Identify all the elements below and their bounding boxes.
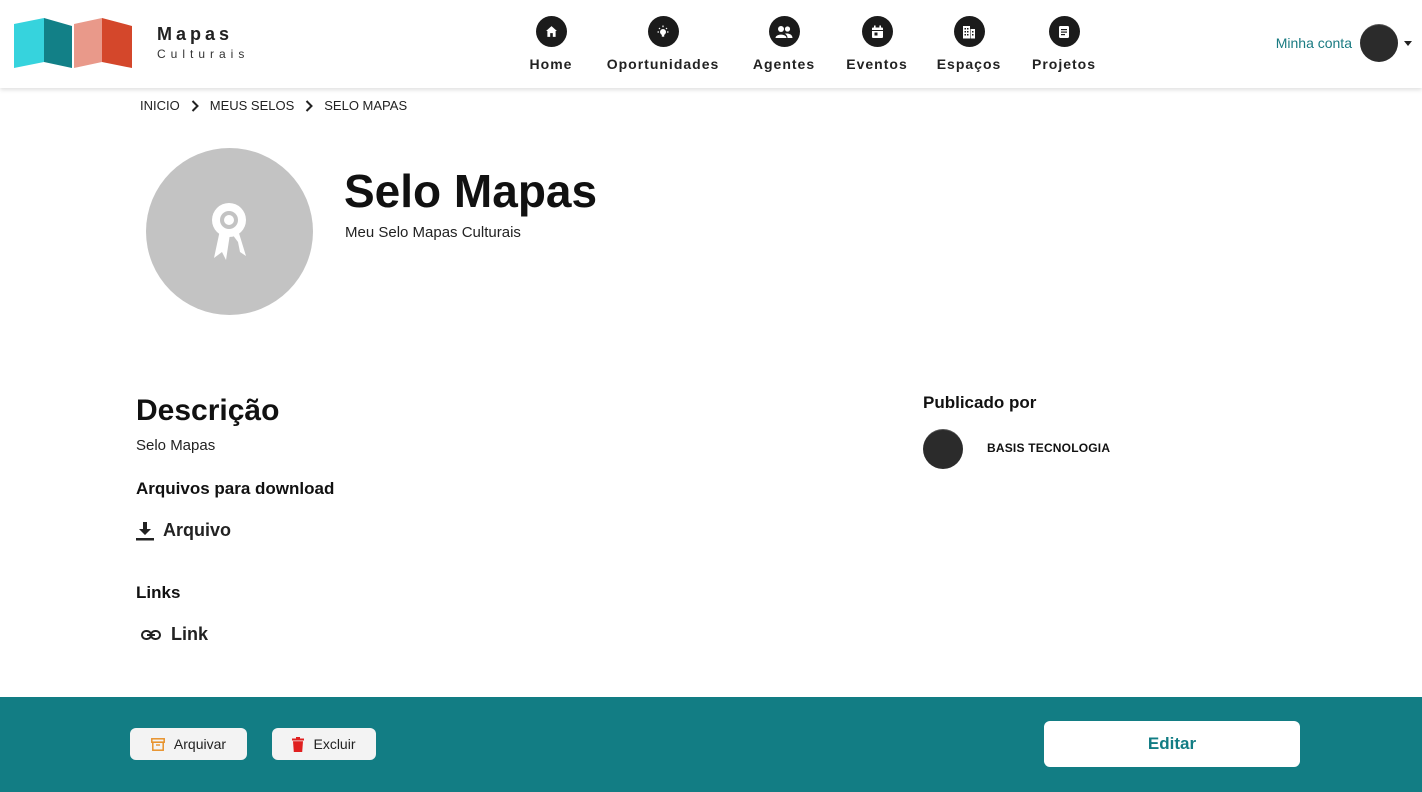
archive-icon xyxy=(150,737,165,751)
files-title: Arquivos para download xyxy=(136,479,335,498)
building-icon xyxy=(953,16,985,47)
chevron-down-icon xyxy=(1404,40,1412,46)
nav-oportunidades-label: Oportunidades xyxy=(606,56,720,72)
edit-button[interactable]: Editar xyxy=(1044,721,1300,767)
page-subtitle: Meu Selo Mapas Culturais xyxy=(345,224,521,241)
breadcrumb-item-selo-mapas: SELO MAPAS xyxy=(324,98,408,113)
breadcrumb-item-inicio[interactable]: INICIO xyxy=(140,98,180,113)
delete-button[interactable]: Excluir xyxy=(272,728,376,760)
publisher-name[interactable]: BASIS TECNOLOGIA xyxy=(987,441,1110,455)
archive-button[interactable]: Arquivar xyxy=(130,728,247,760)
avatar xyxy=(1360,24,1398,62)
brand-subtitle: Culturais xyxy=(157,47,250,61)
nav-oportunidades[interactable]: Oportunidades xyxy=(605,16,721,72)
account-label: Minha conta xyxy=(1275,35,1352,51)
description-text: Selo Mapas xyxy=(136,437,216,454)
nav-eventos-label: Eventos xyxy=(846,56,908,72)
page-title: Selo Mapas xyxy=(344,165,598,217)
nav-agentes-label: Agentes xyxy=(752,56,816,72)
chevron-right-icon xyxy=(191,99,199,112)
archive-label: Arquivar xyxy=(173,736,227,752)
nav-eventos[interactable]: Eventos xyxy=(846,16,908,72)
mapas-culturais-logo[interactable] xyxy=(14,18,134,68)
nav-espacos-label: Espaços xyxy=(936,56,1002,72)
link-icon xyxy=(141,629,161,640)
download-icon xyxy=(136,521,154,540)
breadcrumb: INICIO MEUS SELOS SELO MAPAS xyxy=(140,98,407,113)
link-item[interactable]: Link xyxy=(141,624,208,645)
file-download-link[interactable]: Arquivo xyxy=(136,520,231,541)
nav-agentes[interactable]: Agentes xyxy=(753,16,815,72)
calendar-icon xyxy=(861,16,893,47)
home-icon xyxy=(535,16,567,47)
action-footer: Arquivar Excluir Editar xyxy=(0,697,1422,792)
publisher-avatar[interactable] xyxy=(923,429,963,469)
delete-label: Excluir xyxy=(313,736,356,752)
nav-home[interactable]: Home xyxy=(529,16,573,72)
nav-home-label: Home xyxy=(529,56,573,72)
file-label: Arquivo xyxy=(163,520,232,540)
document-icon xyxy=(1048,16,1080,47)
description-title: Descrição xyxy=(136,394,280,427)
top-header: Mapas Culturais Home Oportunidades Agent… xyxy=(0,0,1422,88)
link-label: Link xyxy=(171,624,209,644)
nav-espacos[interactable]: Espaços xyxy=(936,16,1002,72)
people-icon xyxy=(768,16,800,47)
links-title: Links xyxy=(136,583,181,602)
brand[interactable]: Mapas Culturais xyxy=(157,24,249,61)
account-menu[interactable]: Minha conta xyxy=(1276,24,1412,62)
breadcrumb-item-meus-selos[interactable]: MEUS SELOS xyxy=(210,98,295,113)
nav-projetos-label: Projetos xyxy=(1031,56,1096,72)
seal-avatar xyxy=(146,148,313,315)
publisher-title: Publicado por xyxy=(923,393,1037,412)
nav-projetos[interactable]: Projetos xyxy=(1031,16,1097,72)
brand-name: Mapas xyxy=(157,24,234,44)
award-icon xyxy=(211,202,246,260)
chevron-right-icon xyxy=(305,99,314,112)
lightbulb-icon xyxy=(647,16,679,47)
trash-icon xyxy=(292,736,305,752)
